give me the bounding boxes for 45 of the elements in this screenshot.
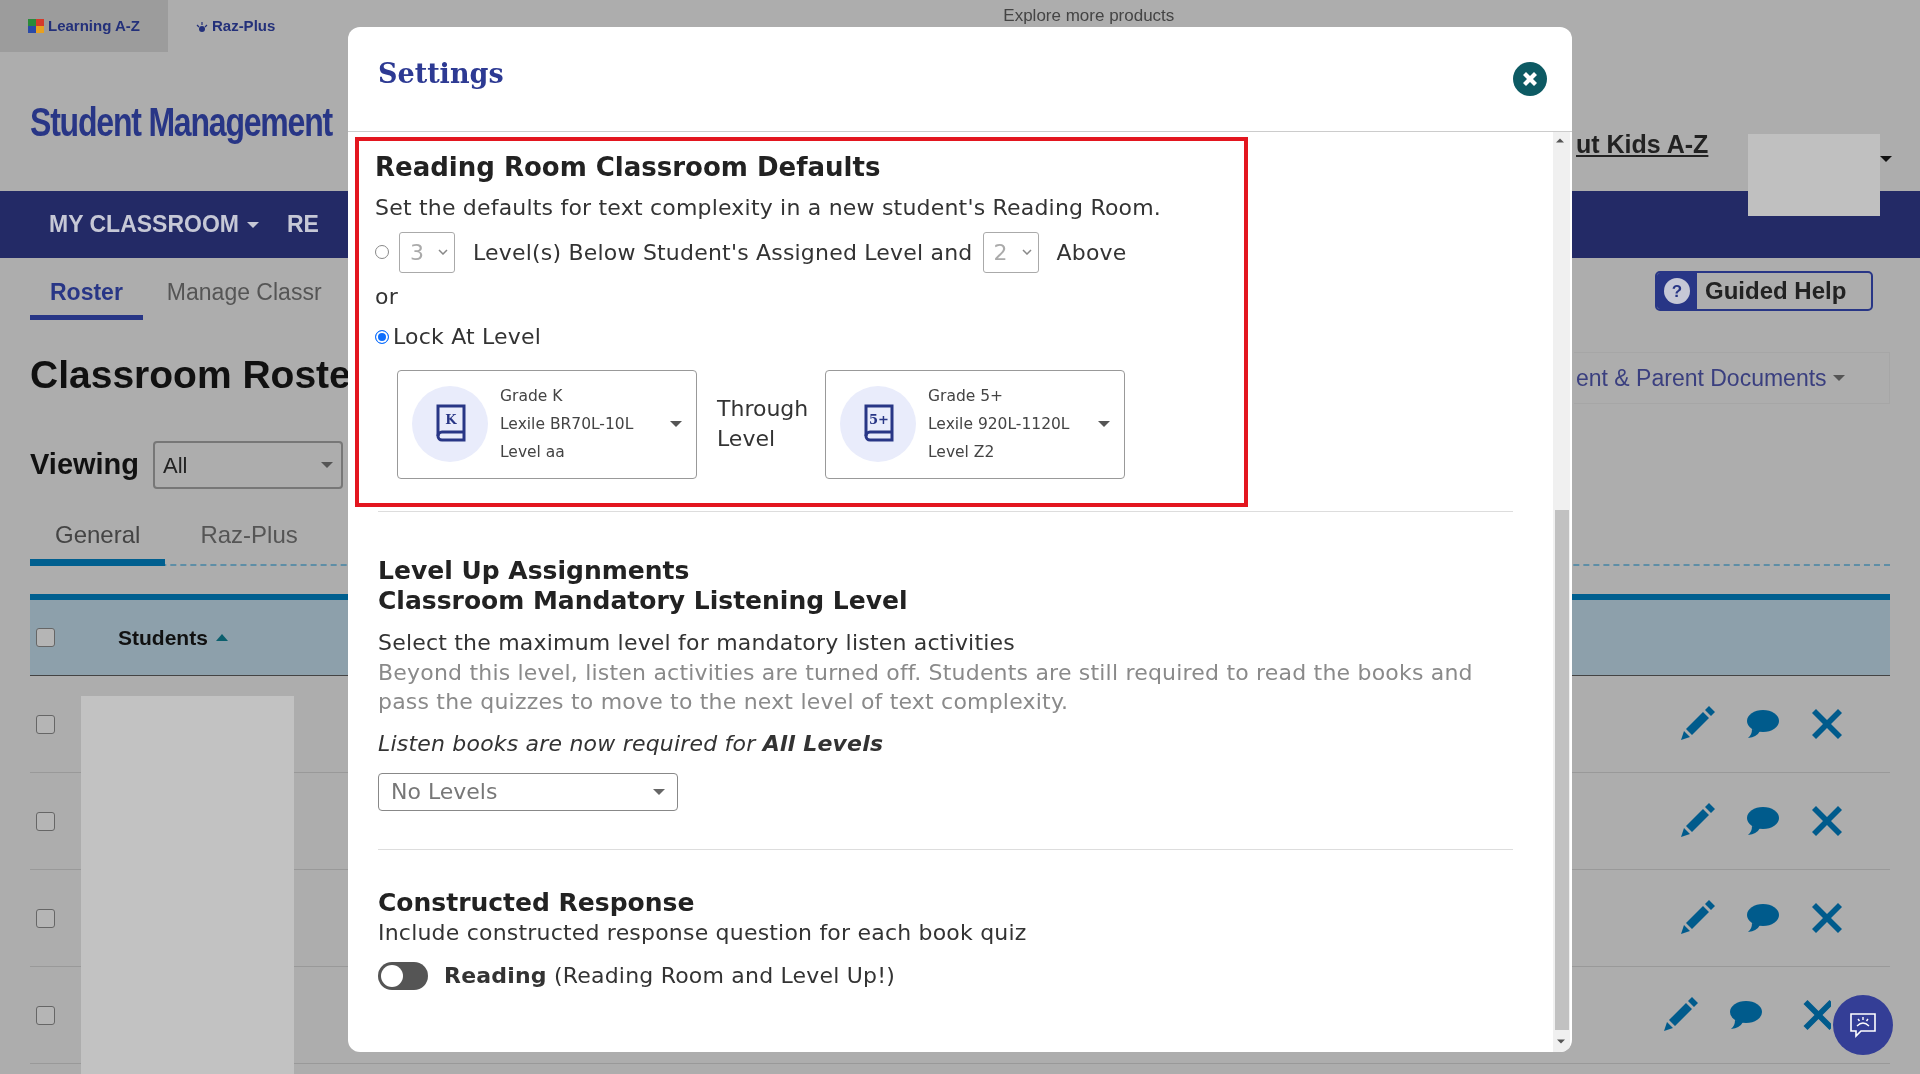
documents-menu[interactable]: ent & Parent Documents bbox=[1574, 352, 1890, 404]
section-description: Set the defaults for text complexity in a new student's Reading Room. bbox=[375, 193, 1163, 222]
book-label: K bbox=[444, 411, 458, 430]
section-note: Beyond this level, listen activities are turned off. Students are still required to read the books and pass the quizzes to move to the next level of text complexity. bbox=[378, 658, 1474, 717]
option-text: Level(s) Below Student's Assigned Level and bbox=[473, 238, 973, 267]
category-tab[interactable]: Raz-Plus bbox=[175, 517, 323, 566]
viewing-select[interactable]: All bbox=[153, 441, 344, 489]
level-text: Level aa bbox=[500, 442, 566, 464]
section-title: Reading Room Classroom Defaults bbox=[375, 151, 882, 184]
section-title: Level Up Assignments bbox=[378, 555, 691, 586]
column-header[interactable]: Students bbox=[112, 620, 234, 655]
sub-tab[interactable]: Manage Classr bbox=[146, 274, 342, 320]
explore-link[interactable]: Explore more products bbox=[1003, 3, 1175, 29]
viewing-label: Viewing bbox=[30, 447, 140, 483]
product-tab[interactable]: Learning A-Z bbox=[0, 0, 168, 52]
option-text: Above bbox=[1056, 238, 1127, 267]
nav-item[interactable]: MY CLASSROOM bbox=[49, 207, 259, 242]
section-description: Select the maximum level for mandatory listen activities bbox=[378, 628, 1016, 657]
grade-text: Grade K bbox=[500, 386, 564, 408]
section-title: Constructed Response bbox=[378, 887, 696, 918]
level-select[interactable]: 5+ Grade 5+ Lexile 920L-1120L Level Z2 bbox=[825, 369, 1125, 479]
level-select[interactable]: No Levels bbox=[378, 772, 678, 811]
or-text: or bbox=[375, 283, 399, 312]
product-tab[interactable]: Raz-Plus bbox=[167, 0, 304, 52]
lexile-text: Lexile 920L-1120L bbox=[928, 414, 1071, 436]
section-description: Include constructed response question for each book quiz bbox=[378, 918, 1028, 947]
page-title: Classroom Roste bbox=[30, 351, 351, 398]
nav-item[interactable]: RE bbox=[287, 207, 319, 242]
section-subtitle: Classroom Mandatory Listening Level bbox=[378, 585, 909, 616]
toggle-label: Reading (Reading Room and Level Up!) bbox=[444, 962, 896, 991]
help-icon: ? bbox=[1664, 278, 1690, 304]
required-note: Listen books are now required for All Levels bbox=[378, 729, 885, 758]
grade-text: Grade 5+ bbox=[928, 386, 1005, 408]
guided-help-button[interactable]: ? Guided Help bbox=[1655, 271, 1873, 311]
level-text: Level Z2 bbox=[928, 442, 996, 464]
about-link[interactable]: ut Kids A-Z bbox=[1576, 126, 1709, 164]
app-title: Student Management bbox=[30, 98, 332, 146]
category-tab[interactable]: General bbox=[30, 517, 166, 566]
level-select[interactable]: K Grade K Lexile BR70L-10L Level aa bbox=[397, 369, 697, 479]
radio-label: Lock At Level bbox=[393, 323, 542, 352]
dialog-title: Settings bbox=[378, 56, 504, 91]
lexile-text: Lexile BR70L-10L bbox=[500, 414, 635, 436]
book-label: 5+ bbox=[868, 411, 890, 430]
through-label: Through Level bbox=[717, 395, 805, 454]
sub-tab[interactable]: Roster bbox=[30, 274, 143, 320]
